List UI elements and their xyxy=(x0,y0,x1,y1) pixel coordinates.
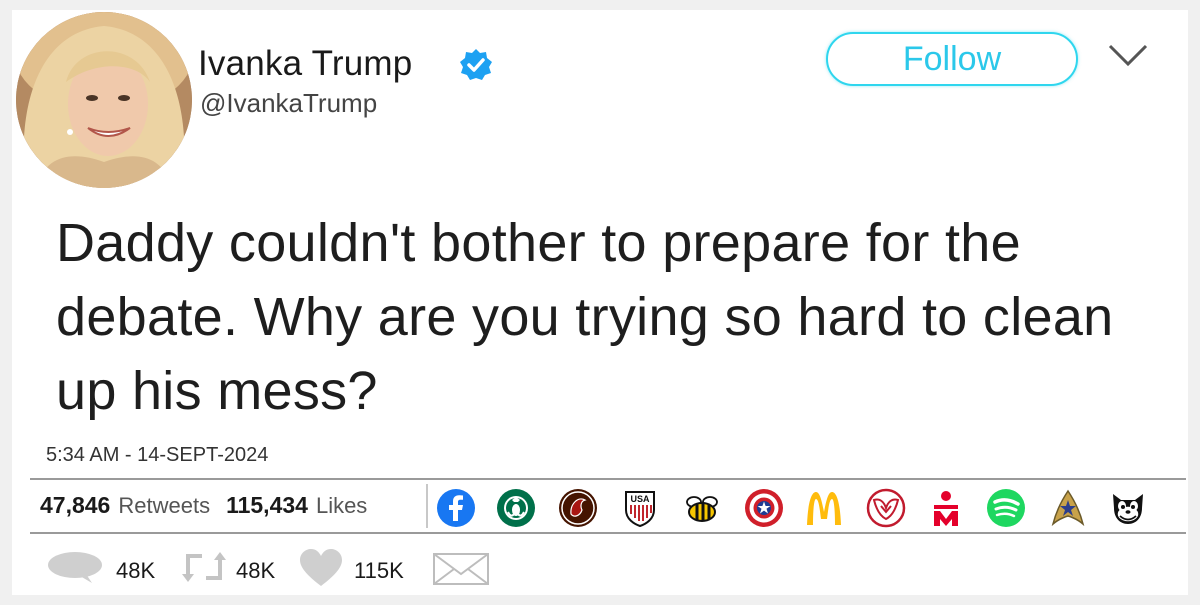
envelope-icon[interactable] xyxy=(432,552,490,586)
owl-shield-icon[interactable] xyxy=(866,488,906,528)
like-count: 115K xyxy=(354,558,404,583)
starbucks-icon[interactable] xyxy=(496,488,536,528)
retweets-count[interactable]: 47,846 xyxy=(40,492,110,519)
bee-icon[interactable] xyxy=(682,488,722,528)
retweets-label[interactable]: Retweets xyxy=(118,493,210,519)
chevron-down-icon[interactable] xyxy=(1106,40,1150,70)
verified-badge-icon xyxy=(460,49,492,80)
stats-separator xyxy=(426,484,428,528)
retweet-icon[interactable] xyxy=(182,546,226,588)
spotify-icon[interactable] xyxy=(986,488,1026,528)
usa-soccer-icon[interactable]: USA xyxy=(620,488,660,528)
starfleet-icon[interactable] xyxy=(1048,488,1088,528)
likes-label[interactable]: Likes xyxy=(316,493,367,519)
profile-avatar[interactable] xyxy=(16,12,192,188)
reply-icon[interactable] xyxy=(46,550,104,584)
user-handle[interactable]: @IvankaTrump xyxy=(200,88,377,119)
tweet-text: Daddy couldn't bother to prepare for the… xyxy=(56,213,1114,421)
mcdonalds-icon[interactable] xyxy=(804,488,844,528)
reply-count: 48K xyxy=(116,558,156,583)
divider xyxy=(30,478,1186,480)
ironman-triathlon-icon[interactable] xyxy=(926,488,966,528)
engagement-stats: 47,846 Retweets 115,434 Likes xyxy=(40,492,383,519)
captain-america-icon[interactable] xyxy=(744,488,784,528)
divider xyxy=(30,532,1186,534)
retweet-count: 48K xyxy=(236,558,276,583)
chipotle-icon[interactable] xyxy=(558,488,598,528)
facebook-icon[interactable] xyxy=(436,488,476,528)
likes-count[interactable]: 115,434 xyxy=(226,492,308,519)
svg-text:USA: USA xyxy=(630,494,650,504)
display-name[interactable]: Ivanka Trump xyxy=(198,44,412,84)
tweet-timestamp[interactable]: 5:34 AM - 14-SEPT-2024 xyxy=(46,444,268,467)
heart-icon[interactable] xyxy=(298,548,344,588)
tweet-card: Ivanka Trump @IvankaTrump Follow Daddy c… xyxy=(12,10,1188,595)
felix-cat-icon[interactable] xyxy=(1108,488,1148,528)
follow-button[interactable]: Follow xyxy=(826,32,1078,86)
